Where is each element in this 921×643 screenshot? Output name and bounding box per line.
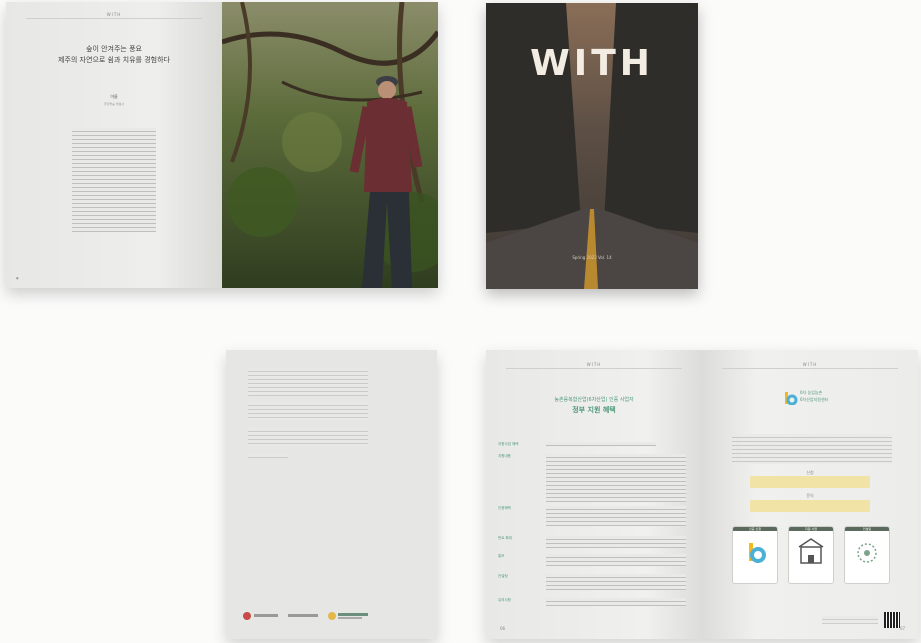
table-row-6-text — [546, 574, 686, 590]
card-2-building-icon — [798, 538, 824, 564]
article-title-line2: 제주의 자연으로 쉼과 치유를 경험하다 — [58, 56, 170, 64]
page-number-right: 07 — [900, 626, 906, 631]
cover-subtitle: Spring 2023 Vol. 14 — [572, 255, 612, 260]
benefits-title-top: 농촌융복합산업(6차산업) 인증 사업자 — [554, 397, 634, 403]
table-label-4: 판로 확대 — [498, 536, 512, 540]
logo-text-1: 6차 농업농촌 — [800, 390, 823, 395]
card-1-b-icon — [749, 543, 766, 563]
logo-text-2: 6차산업지원센터 — [800, 397, 829, 402]
info-card-3: 컨설팅 — [844, 526, 890, 584]
page-number: ● — [16, 276, 19, 280]
header-divider — [506, 368, 682, 369]
left-page: WITH 숲이 안겨주는 풍요 제주의 자연으로 쉼과 치유를 경험하다 이름 … — [6, 2, 222, 288]
page-header: WITH — [802, 362, 818, 367]
apply-highlight-box — [750, 476, 870, 488]
benefits-left-page: WITH 농촌융복합산업(6차산업) 인증 사업자 정부 지원 혜택 지원사업 … — [486, 350, 702, 639]
contact-text — [822, 616, 878, 624]
sub-label-inquiry: 문의 — [806, 493, 814, 498]
header-divider — [26, 18, 202, 19]
cover-title: WITH — [530, 43, 654, 84]
article-title-line1: 숲이 안겨주는 풍요 — [86, 45, 142, 53]
table-row-3-text — [546, 506, 686, 526]
table-row-4-text — [546, 536, 686, 548]
table-label-7: 유의사항 — [498, 598, 511, 602]
back-text-paragraph-2 — [248, 402, 368, 420]
table-label-2: 지원내용 — [498, 454, 511, 458]
magazine-cover: WITH Spring 2023 Vol. 14 — [486, 3, 698, 289]
back-text-paragraph-3 — [248, 428, 368, 446]
back-text-signature — [248, 454, 288, 458]
forest-photo — [222, 2, 438, 288]
table-row-7-text — [546, 598, 686, 606]
benefits-right-page: WITH 6차 농업농촌 6차산업지원센터 신청 문의 인증 신청 지원 사업 — [702, 350, 918, 639]
article-body-text — [72, 128, 156, 232]
forest-photo-illustration — [222, 2, 438, 288]
page-header: WITH — [586, 362, 602, 367]
back-text-paragraph-1 — [248, 368, 368, 396]
table-label-5: 홍보 — [498, 554, 505, 558]
magazine-back-cover — [226, 350, 437, 639]
table-label-6: 컨설팅 — [498, 574, 508, 578]
sponsor-logos — [242, 606, 382, 620]
info-card-1: 인증 신청 — [732, 526, 778, 584]
card-3-network-icon — [857, 543, 877, 563]
table-label-3: 인증혜택 — [498, 506, 511, 510]
magazine-spread-benefits: WITH 농촌융복합산업(6차산업) 인증 사업자 정부 지원 혜택 지원사업 … — [486, 350, 918, 639]
magazine-spread-interview: WITH 숲이 안겨주는 풍요 제주의 자연으로 쉼과 치유를 경험하다 이름 … — [6, 2, 438, 288]
table-row-2-text — [546, 454, 686, 502]
author-role: 곶자왈숲 해설사 — [103, 102, 125, 106]
inquiry-highlight-box — [750, 500, 870, 512]
table-row-5-text — [546, 554, 686, 566]
b-logo-icon — [784, 390, 798, 406]
table-row-1-text — [546, 442, 656, 446]
sponsor-logos-graphic — [243, 612, 368, 620]
description-text — [732, 434, 892, 464]
header-divider — [722, 368, 898, 369]
table-label-1: 지원사업 혜택 — [498, 442, 519, 446]
benefits-title-main: 정부 지원 혜택 — [572, 406, 616, 414]
page-header: WITH — [106, 12, 122, 17]
page-number-left: 06 — [500, 626, 506, 631]
qr-code[interactable] — [884, 612, 900, 628]
info-card-2: 지원 사업 — [788, 526, 834, 584]
b-logo-graphic — [785, 392, 798, 406]
author-name: 이름 — [110, 94, 118, 99]
